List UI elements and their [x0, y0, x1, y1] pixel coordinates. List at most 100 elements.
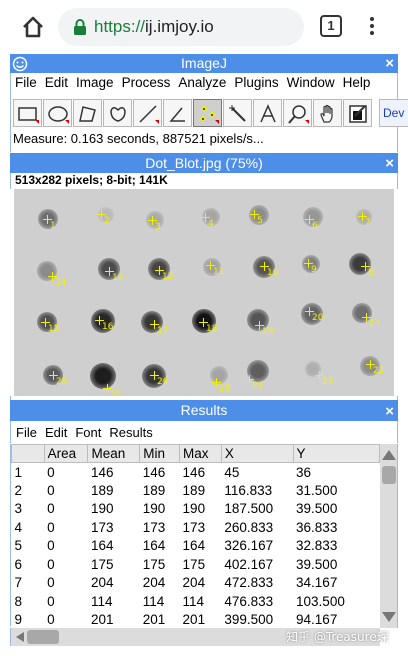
column-header-x[interactable]: X: [220, 444, 294, 463]
table-row[interactable]: 8 0 114 114 114 476.833 103.500: [12, 592, 380, 611]
angle-tool-icon[interactable]: [163, 99, 192, 127]
table-row[interactable]: 6 0 175 175 175 402.167 39.500: [12, 555, 380, 574]
menu-process[interactable]: Process: [122, 75, 171, 97]
table-cell: 0: [47, 482, 55, 498]
table-cell: 0: [47, 612, 55, 626]
column-header-min[interactable]: Min: [139, 444, 181, 463]
imagej-titlebar[interactable]: ImageJ ×: [10, 54, 398, 73]
multipoint-tool-icon[interactable]: [193, 99, 222, 127]
table-cell: 8: [14, 593, 23, 609]
table-cell: 164: [142, 538, 166, 554]
scroll-down-icon[interactable]: [382, 612, 396, 622]
menu-file[interactable]: File: [15, 75, 37, 97]
table-cell: 476.833: [224, 593, 274, 609]
freehand-tool-icon[interactable]: [103, 99, 132, 127]
point-marker-label: 20: [312, 313, 324, 323]
results-menu-edit[interactable]: Edit: [45, 425, 67, 443]
address-bar[interactable]: https://ij.imjoy.io: [58, 8, 304, 46]
results-titlebar[interactable]: Results ×: [10, 400, 398, 421]
results-menu-results[interactable]: Results: [109, 425, 152, 443]
oval-tool-icon[interactable]: [43, 99, 72, 127]
home-icon[interactable]: [18, 12, 48, 42]
dot-blot-image[interactable]: 1 2 3 4 5 6 7 8 9 10 11 12 13 14 15 16 17 18 19 20 21 22 23 24 2…: [14, 189, 394, 396]
line-tool-icon[interactable]: [133, 99, 162, 127]
blot-dot: [37, 261, 57, 281]
table-cell: 0: [47, 556, 55, 572]
polygon-tool-icon[interactable]: [73, 99, 102, 127]
dev-menu-label: Dev: [383, 106, 405, 120]
imjoy-logo-icon: [12, 56, 28, 72]
dev-menu-button[interactable]: Dev: [379, 99, 408, 127]
results-menu-font[interactable]: Font: [75, 425, 101, 443]
table-row[interactable]: 4 0 173 173 173 260.833 36.833: [12, 518, 380, 537]
table-row[interactable]: 7 0 204 204 204 472.833 34.167: [12, 574, 380, 593]
menu-edit[interactable]: Edit: [45, 75, 68, 97]
wand-tool-icon[interactable]: [223, 99, 252, 127]
point-marker-label: 15: [48, 324, 60, 334]
scroll-left-icon[interactable]: [16, 632, 24, 642]
column-header-index[interactable]: [11, 444, 45, 463]
menu-plugins[interactable]: Plugins: [234, 75, 278, 97]
table-cell: 45: [224, 464, 240, 480]
tab-switcher-icon[interactable]: 1: [320, 15, 342, 37]
scroll-up-icon[interactable]: [382, 450, 396, 460]
menu-help[interactable]: Help: [343, 75, 371, 97]
results-title: Results: [180, 402, 228, 418]
point-marker-label: 17: [157, 326, 169, 336]
rectangle-tool-icon[interactable]: [13, 99, 42, 127]
table-row[interactable]: 1 0 146 146 146 45 36: [12, 463, 380, 482]
table-row[interactable]: 9 0 201 201 201 399.500 94.167: [12, 611, 380, 626]
close-icon[interactable]: ×: [385, 55, 394, 72]
table-cell: 114: [182, 593, 205, 609]
watermark: 知乎 @Treasure琛: [286, 630, 389, 644]
menu-image[interactable]: Image: [76, 75, 114, 97]
column-header-mean[interactable]: Mean: [87, 444, 141, 463]
table-cell: 472.833: [224, 575, 274, 591]
table-cell: 0: [47, 464, 55, 480]
table-cell: 189: [90, 482, 114, 498]
point-marker-label: 26: [157, 377, 169, 387]
url-host: ij.imjoy.io: [145, 17, 214, 36]
results-menu-file[interactable]: File: [16, 425, 37, 443]
magnifier-tool-icon[interactable]: [283, 99, 312, 127]
status-bar: Measure: 0.163 seconds, 887521 pixels/s.…: [13, 131, 264, 146]
more-options-icon[interactable]: [366, 14, 378, 40]
menu-window[interactable]: Window: [287, 75, 335, 97]
table-cell: 146: [182, 464, 206, 480]
table-cell: 0: [47, 501, 55, 517]
point-marker-label: 22: [373, 366, 385, 376]
blot-dot: [90, 363, 116, 389]
image-window-titlebar[interactable]: Dot_Blot.jpg (75%) ×: [10, 153, 398, 173]
table-row[interactable]: 5 0 164 164 164 326.167 32.833: [12, 537, 380, 556]
table-row[interactable]: 2 0 189 189 189 116.833 31.500: [12, 481, 380, 500]
point-marker-label: 9: [311, 265, 317, 275]
text-tool-icon[interactable]: [253, 99, 282, 127]
url-text: https://ij.imjoy.io: [94, 17, 214, 37]
table-cell: 399.500: [224, 612, 274, 626]
column-header-area[interactable]: Area: [43, 444, 89, 463]
point-marker-label: 1: [50, 221, 56, 231]
table-cell: 173: [90, 519, 114, 535]
vertical-scrollbar[interactable]: [380, 444, 398, 628]
results-menubar: File Edit Font Results: [10, 421, 398, 443]
table-cell: 7: [14, 575, 23, 591]
table-row[interactable]: 3 0 190 190 190 187.500 39.500: [12, 500, 380, 519]
table-cell: 201: [142, 612, 166, 626]
close-icon[interactable]: ×: [385, 403, 394, 420]
column-header-y[interactable]: Y: [292, 444, 380, 463]
imagej-panel: File Edit Image Process Analyze Plugins …: [10, 73, 408, 152]
table-cell: 173: [182, 519, 206, 535]
hand-tool-icon[interactable]: [313, 99, 342, 127]
color-picker-icon[interactable]: [343, 99, 372, 127]
menu-analyze[interactable]: Analyze: [178, 75, 226, 97]
scroll-thumb[interactable]: [27, 630, 59, 644]
table-cell: 36.833: [296, 519, 338, 535]
table-cell: 0: [47, 538, 55, 554]
table-header-row: Area Mean Min Max X Y: [11, 444, 380, 463]
table-cell: 31.500: [296, 482, 338, 498]
table-cell: 190: [182, 501, 206, 517]
scroll-thumb[interactable]: [382, 466, 396, 484]
close-icon[interactable]: ×: [385, 155, 394, 172]
column-header-max[interactable]: Max: [179, 444, 222, 463]
point-marker-label: 2: [104, 216, 110, 226]
